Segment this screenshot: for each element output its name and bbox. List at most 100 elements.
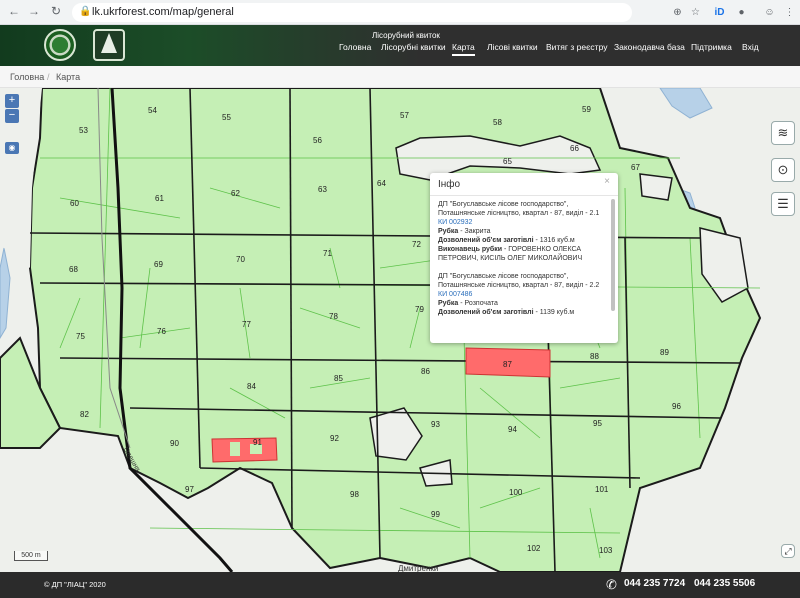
close-icon[interactable]: × [604,176,610,187]
lock-icon: 🔒 [79,6,92,17]
quarter-label[interactable]: 96 [672,402,681,411]
quarter-label[interactable]: 55 [222,113,231,122]
popup-owner: ДП "Богуславське лісове господарство", П… [438,201,600,217]
quarter-label[interactable]: 88 [590,352,599,361]
menu-icon[interactable]: ⋮ [782,5,797,20]
nav-support[interactable]: Підтримка [691,42,732,52]
quarter-label[interactable]: 93 [431,420,440,429]
quarter-label[interactable]: 70 [236,255,245,264]
quarter-label[interactable]: 64 [377,179,386,188]
quarter-label[interactable]: 69 [154,260,163,269]
forward-icon[interactable]: → [26,4,42,18]
quarter-label[interactable]: 86 [421,367,430,376]
layers-icon[interactable]: ≋ [771,121,795,145]
quarter-label[interactable]: 95 [593,419,602,428]
popup-field: Дозволений об'єм заготівлі - 1316 куб.м [438,237,575,244]
target-icon[interactable]: ⊕ [670,5,685,20]
quarter-label[interactable]: 91 [253,438,262,447]
breadcrumb-current: Карта [56,72,81,82]
fullscreen-icon[interactable]: ⤢ [781,544,795,558]
nav-legislation[interactable]: Законодавча база [614,42,685,52]
nav-map[interactable]: Карта [452,42,475,56]
quarter-label[interactable]: 62 [231,189,240,198]
breadcrumb-separator: / [47,72,50,82]
visibility-toggle-icon[interactable]: ◉ [5,142,19,154]
quarter-label[interactable]: 92 [330,434,339,443]
quarter-label[interactable]: 89 [660,348,669,357]
nav-forest-tickets[interactable]: Лісові квитки [487,42,538,52]
popup-field: Рубка - Розпочата [438,300,498,307]
popup-content: ДП "Богуславське лісове господарство", П… [438,200,606,340]
breadcrumb-home[interactable]: Головна [10,72,44,82]
site-header: Лісорубний квиток Головна Лісорубні квит… [0,25,800,66]
quarter-label[interactable]: 60 [70,199,79,208]
quarter-label[interactable]: 53 [79,126,88,135]
quarter-label[interactable]: 56 [313,136,322,145]
nav-home[interactable]: Головна [339,42,371,52]
quarter-label[interactable]: 59 [582,105,591,114]
quarter-label[interactable]: 85 [334,374,343,383]
back-icon[interactable]: ← [6,4,22,18]
quarter-label[interactable]: 98 [350,490,359,499]
breadcrumb: Головна / Карта [0,66,800,88]
quarter-label[interactable]: 65 [503,157,512,166]
popup-scrollbar[interactable] [611,199,615,311]
quarter-label[interactable]: 68 [69,265,78,274]
ticket-link[interactable]: КИ 002932 [438,218,606,227]
quarter-label[interactable]: 58 [493,118,502,127]
quarter-label[interactable]: 63 [318,185,327,194]
quarter-label[interactable]: 57 [400,111,409,120]
quarter-label[interactable]: 77 [242,320,251,329]
extension-icon[interactable]: ● [734,5,749,20]
quarter-label[interactable]: 90 [170,439,179,448]
quarter-label[interactable]: 101 [595,485,608,494]
browser-toolbar: ← → ↻ 🔒 lk.ukrforest.com/map/general ⊕ ☆… [0,0,800,25]
quarter-label[interactable]: 75 [76,332,85,341]
forest-logo-icon[interactable] [44,29,76,61]
profile-icon[interactable]: ☺ [762,5,777,20]
site-footer: © ДП "ЛІАЦ" 2020 ✆ 044 235 7724 044 235 … [0,572,800,598]
ticket-link[interactable]: КИ 007486 [438,290,606,299]
nav-login[interactable]: Вхід [742,42,759,52]
map-view[interactable]: 53 54 55 56 57 58 59 60 61 62 63 64 65 6… [0,88,800,572]
quarter-label[interactable]: 67 [631,163,640,172]
quarter-label[interactable]: 99 [431,510,440,519]
popup-owner: ДП "Богуславське лісове господарство", П… [438,273,600,289]
extension-icon[interactable]: iD [712,5,727,20]
brand-title: Лісорубний квиток [372,31,440,40]
zoom-in-button[interactable]: + [5,94,19,108]
address-bar[interactable]: 🔒 lk.ukrforest.com/map/general [72,3,632,22]
star-icon[interactable]: ☆ [688,5,703,20]
quarter-label[interactable]: 76 [157,327,166,336]
quarter-label[interactable]: 61 [155,194,164,203]
quarter-label[interactable]: 82 [80,410,89,419]
quarter-labels: 53 54 55 56 57 58 59 60 61 62 63 64 65 6… [0,88,800,572]
quarter-label[interactable]: 84 [247,382,256,391]
quarter-label[interactable]: 87 [503,360,512,369]
quarter-label[interactable]: 100 [509,488,522,497]
marker-icon[interactable]: ⊙ [771,158,795,182]
quarter-label[interactable]: 72 [412,240,421,249]
reload-icon[interactable]: ↻ [48,4,64,18]
nav-cutting-tickets[interactable]: Лісорубні квитки [381,42,446,52]
quarter-label[interactable]: 79 [415,305,424,314]
info-popup[interactable]: Інфо × ДП "Богуславське лісове господарс… [430,173,618,343]
quarter-label[interactable]: 54 [148,106,157,115]
nav-registry-extract[interactable]: Витяг з реєстру [546,42,607,52]
place-label: Дмитренки [398,564,439,572]
zoom-out-button[interactable]: − [5,109,19,123]
quarter-label[interactable]: 71 [323,249,332,258]
quarter-label[interactable]: 66 [570,144,579,153]
list-icon[interactable]: ☰ [771,192,795,216]
phone-number[interactable]: 044 235 5506 [694,578,755,589]
popup-title: Інфо [438,179,461,190]
phone-icon: ✆ [606,577,617,592]
quarter-label[interactable]: 103 [599,546,612,555]
phone-number[interactable]: 044 235 7724 [624,578,685,589]
quarter-label[interactable]: 78 [329,312,338,321]
quarter-label[interactable]: 102 [527,544,540,553]
quarter-label[interactable]: 97 [185,485,194,494]
popup-field: Дозволений об'єм заготівлі - 1139 куб.м [438,309,575,316]
liac-logo-icon[interactable] [93,29,125,61]
quarter-label[interactable]: 94 [508,425,517,434]
